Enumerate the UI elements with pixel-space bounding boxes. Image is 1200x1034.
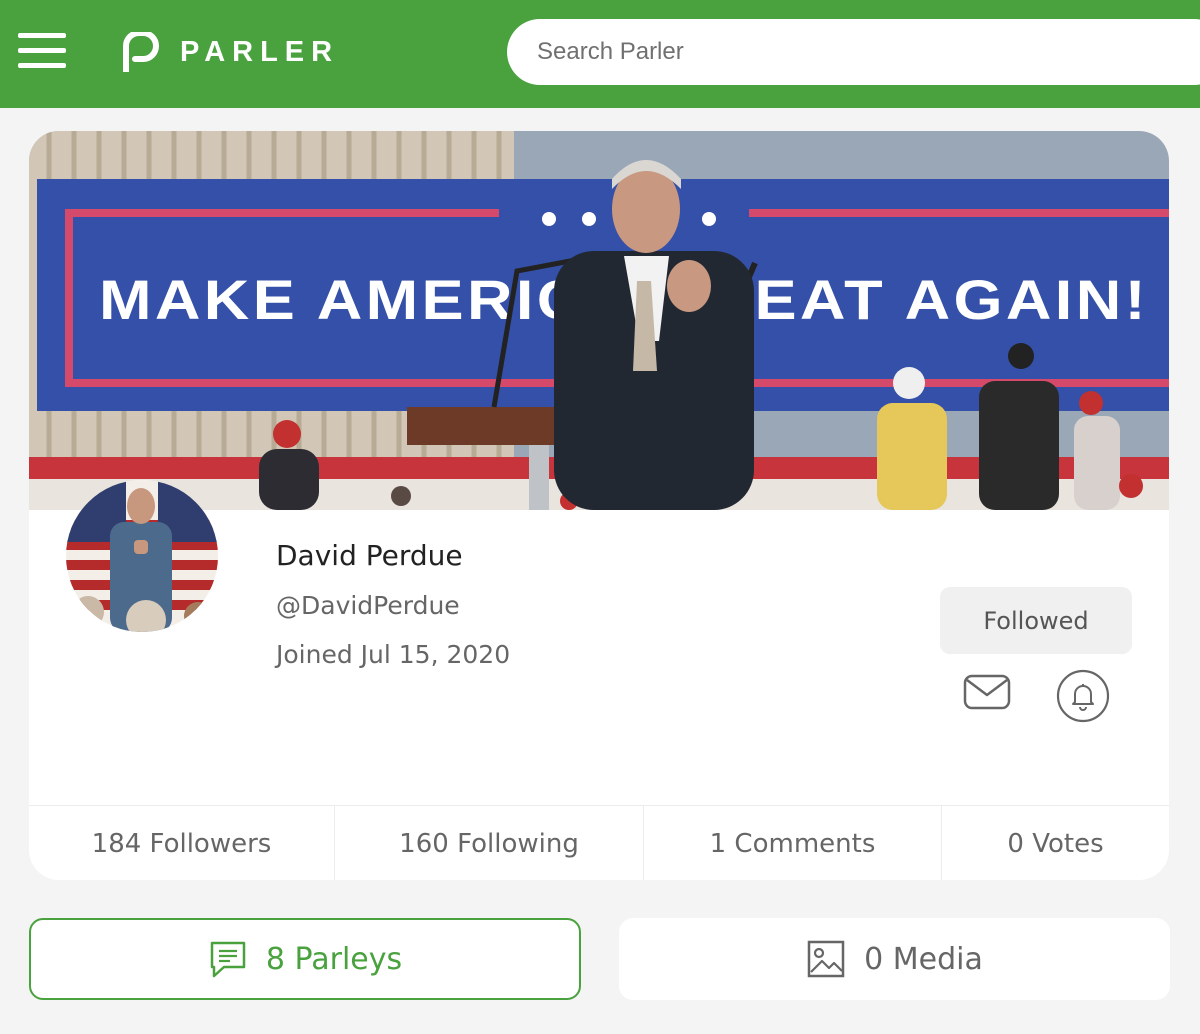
cover-photo: MAKE AMERICA GREAT AGAIN! — [29, 131, 1169, 510]
menu-line — [18, 63, 66, 68]
tab-parleys-label: 8 Parleys — [265, 941, 403, 977]
profile-card: MAKE AMERICA GREAT AGAIN! David Perdue @… — [29, 131, 1169, 880]
profile-join-date: Joined Jul 15, 2020 — [276, 640, 511, 669]
followed-button[interactable]: Followed — [940, 587, 1132, 654]
image-icon — [806, 939, 846, 979]
profile-handle: @DavidPerdue — [276, 591, 460, 620]
envelope-icon[interactable] — [963, 674, 1011, 710]
tab-parleys[interactable]: 8 Parleys — [29, 918, 581, 1000]
comment-icon — [208, 939, 248, 979]
tab-media[interactable]: 0 Media — [619, 918, 1170, 1000]
search-input[interactable] — [507, 19, 1200, 85]
comments-count[interactable]: 1 Comments — [644, 806, 942, 880]
following-count[interactable]: 160 Following — [335, 806, 644, 880]
profile-stats-bar: 184 Followers 160 Following 1 Comments 0… — [29, 805, 1169, 880]
brand-name: PARLER — [180, 35, 340, 68]
bell-icon[interactable] — [1056, 669, 1110, 723]
hamburger-menu-icon[interactable] — [18, 33, 68, 71]
menu-line — [18, 48, 66, 53]
avatar-image — [66, 480, 218, 632]
menu-line — [18, 33, 66, 38]
votes-count[interactable]: 0 Votes — [942, 806, 1169, 880]
followers-count[interactable]: 184 Followers — [29, 806, 335, 880]
profile-display-name: David Perdue — [276, 539, 463, 572]
parler-logo[interactable]: PARLER — [122, 30, 339, 74]
parler-logo-icon — [123, 32, 159, 72]
tab-media-label: 0 Media — [864, 941, 983, 977]
avatar[interactable] — [66, 480, 218, 632]
top-navigation-bar: PARLER — [0, 0, 1200, 108]
